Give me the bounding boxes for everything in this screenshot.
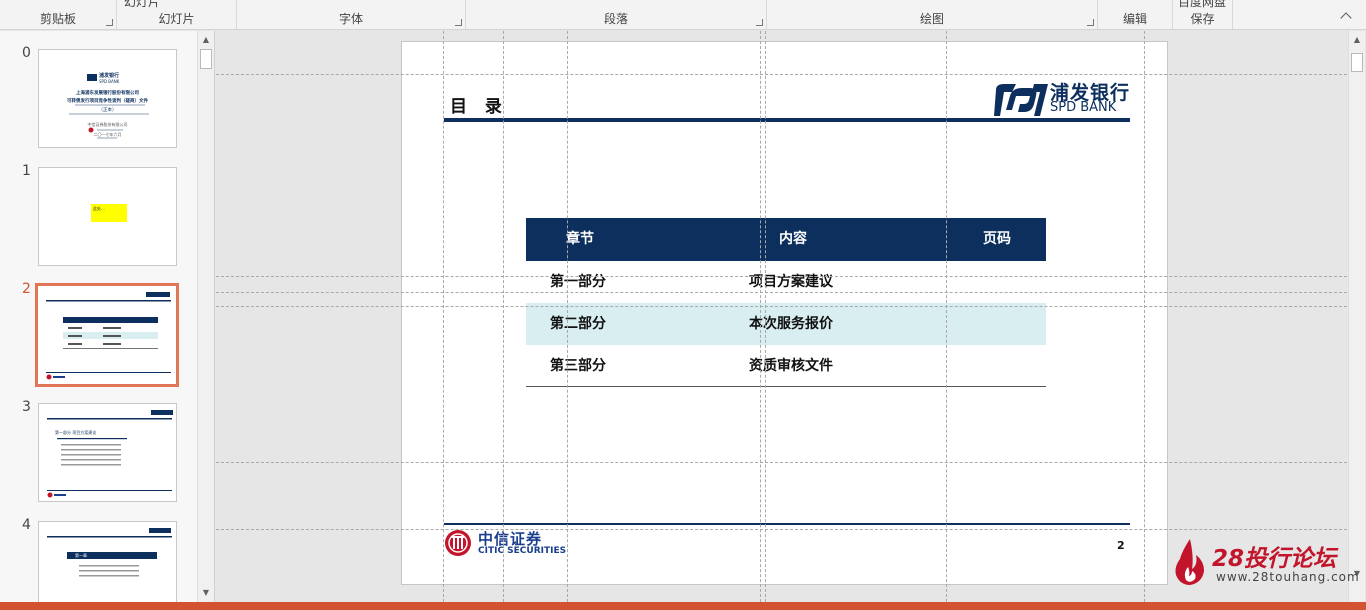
- thumbnail-number: 0: [22, 45, 31, 61]
- dialog-launcher-icon[interactable]: [455, 19, 462, 26]
- group-label: 绘图: [919, 12, 944, 26]
- guide-line-vertical[interactable]: [946, 31, 947, 602]
- toc-content: 项目方案建议: [749, 274, 833, 290]
- citic-logo-icon: [445, 530, 471, 556]
- toc-content: 本次服务报价: [749, 316, 833, 332]
- thumb-line: 可转债发行项目竞争性谈判（磋商）文件: [67, 99, 148, 104]
- guide-line-vertical[interactable]: [503, 31, 504, 602]
- group-label: 剪贴板: [39, 12, 76, 26]
- thumb-line: 第一章: [75, 553, 87, 558]
- thumb-logo-cn: 浦发银行: [99, 73, 120, 79]
- scroll-down-icon[interactable]: ▼: [198, 585, 214, 601]
- group-label: 幻灯片: [158, 12, 195, 26]
- toc-row[interactable]: 第一部分 项目方案建议: [526, 261, 1046, 303]
- group-slides: 幻灯片: [117, 0, 237, 30]
- group-label: 保存: [1190, 12, 1215, 26]
- group-font: 字体: [237, 0, 466, 30]
- thumbnail-preview: [47, 528, 172, 577]
- guide-line-vertical[interactable]: [765, 31, 766, 602]
- thumb-logo-en: SPD BANK: [99, 79, 120, 84]
- group-drawing: 绘图: [767, 0, 1098, 30]
- toc-row[interactable]: 第二部分 本次服务报价: [526, 303, 1046, 345]
- thumb-line: 二〇一七年六月: [93, 132, 122, 137]
- scrollbar-thumb[interactable]: [200, 49, 212, 69]
- guide-line-vertical[interactable]: [443, 31, 444, 602]
- toc-table[interactable]: 章节 内容 页码 第一部分 项目方案建议 第二部分 本次服务报价 第三部分 资质…: [526, 218, 1046, 387]
- guide-line-horizontal[interactable]: [216, 74, 1347, 75]
- thumbnail-number: 2: [22, 281, 31, 297]
- spd-logo-text-en: SPD BANK: [1050, 100, 1117, 115]
- toc-header-row: 章节 内容 页码: [526, 218, 1046, 261]
- slide-thumbnail-pane: 0 浦发银行 SPD BANK 上海浦东发展银行股份有限公司 可转债发行项目竞争…: [0, 31, 215, 602]
- toc-header-content: 内容: [779, 231, 807, 247]
- group-clipboard: 剪贴板: [0, 0, 117, 30]
- thumbnail-number: 3: [22, 399, 31, 415]
- title-rule: [444, 118, 1130, 122]
- thumbnail-number: 4: [22, 517, 31, 533]
- slide-thumbnail-2-selected[interactable]: [35, 283, 179, 387]
- thumb-note: 此处…: [91, 204, 127, 222]
- scroll-up-icon[interactable]: ▲: [198, 32, 214, 48]
- collapse-ribbon-icon[interactable]: [1340, 12, 1352, 24]
- guide-line-vertical[interactable]: [760, 31, 761, 602]
- thumb-line: 上海浦东发展银行股份有限公司: [76, 91, 139, 96]
- guide-line-vertical[interactable]: [567, 31, 568, 602]
- dialog-launcher-icon[interactable]: [756, 19, 763, 26]
- slide[interactable]: 目 录 浦发银行 SPD BANK 章节 内容 页码 第一部分 项目方案建议 第…: [401, 41, 1168, 585]
- forum-watermark: 28投行论坛 www.28touhang.com: [1170, 535, 1359, 587]
- slide-thumbnail-0[interactable]: 浦发银行 SPD BANK 上海浦东发展银行股份有限公司 可转债发行项目竞争性谈…: [38, 49, 177, 148]
- thumbnail-preview: [46, 292, 171, 380]
- toc-chapter: 第三部分: [550, 358, 606, 374]
- dialog-launcher-icon[interactable]: [106, 19, 113, 26]
- group-label: 编辑: [1122, 12, 1147, 26]
- guide-line-horizontal[interactable]: [216, 276, 1347, 277]
- watermark-url: www.28touhang.com: [1216, 570, 1360, 584]
- slide-thumbnail-4[interactable]: 第一章: [38, 521, 177, 602]
- slide-page-number: 2: [1117, 539, 1125, 552]
- footer-rule: [444, 523, 1130, 525]
- thumb-line: 中信证券股份有限公司: [87, 122, 128, 127]
- toc-chapter: 第一部分: [550, 274, 606, 290]
- guide-line-horizontal[interactable]: [216, 306, 1347, 307]
- group-label: 字体: [338, 12, 363, 26]
- thumbnail-preview: [47, 410, 173, 498]
- toc-header-chapter: 章节: [566, 231, 594, 247]
- scroll-up-icon[interactable]: ▲: [1349, 32, 1365, 48]
- slide-editing-canvas[interactable]: 目 录 浦发银行 SPD BANK 章节 内容 页码 第一部分 项目方案建议 第…: [216, 31, 1347, 602]
- group-paragraph: 段落: [466, 0, 767, 30]
- slide-thumbnail-3[interactable]: 第一部分 项目方案建议: [38, 403, 177, 502]
- toc-chapter: 第二部分: [550, 316, 606, 332]
- citic-logo-text-en: CITIC SECURITIES: [478, 546, 567, 556]
- toc-content: 资质审核文件: [749, 358, 833, 374]
- thumbnail-number: 1: [22, 163, 31, 179]
- scrollbar-thumb[interactable]: [1351, 53, 1363, 72]
- guide-line-vertical[interactable]: [1144, 31, 1145, 602]
- flame-logo-icon: [1175, 539, 1204, 585]
- slide-thumbnail-1[interactable]: 此处…: [38, 167, 177, 266]
- guide-line-horizontal[interactable]: [216, 292, 1347, 293]
- ribbon: 幻灯片 百度网盘 剪贴板 幻灯片 字体 段落 绘图 编辑 保存: [0, 0, 1366, 30]
- thumb-line: （正本）: [98, 108, 117, 113]
- group-editing: 编辑: [1098, 0, 1173, 30]
- thumbnail-scrollbar[interactable]: ▲ ▼: [197, 31, 214, 602]
- watermark-title: 28投行论坛: [1212, 546, 1337, 572]
- status-bar: [0, 602, 1366, 610]
- dialog-launcher-icon[interactable]: [1087, 19, 1094, 26]
- group-label: 段落: [603, 12, 628, 26]
- canvas-scrollbar[interactable]: ▲ ▼: [1348, 31, 1365, 602]
- slide-title[interactable]: 目 录: [450, 92, 508, 117]
- guide-line-horizontal[interactable]: [216, 529, 1347, 530]
- toc-row[interactable]: 第三部分 资质审核文件: [526, 345, 1046, 387]
- thumb-line: 第一部分 项目方案建议: [55, 430, 97, 435]
- guide-line-horizontal[interactable]: [216, 462, 1347, 463]
- toc-header-page: 页码: [983, 231, 1011, 247]
- group-save: 保存: [1173, 0, 1233, 30]
